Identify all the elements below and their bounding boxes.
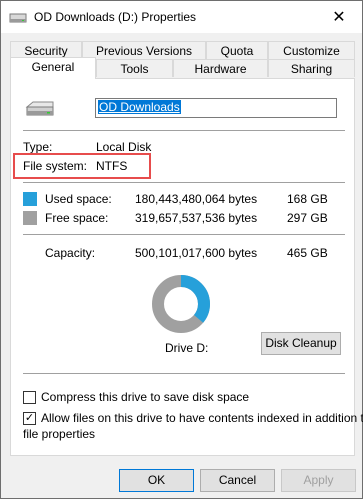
tab-sharing[interactable]: Sharing: [268, 59, 355, 77]
divider: [23, 234, 345, 235]
drive-caption: Drive D:: [165, 341, 209, 355]
file-system-value: NTFS: [96, 159, 128, 173]
checkmark-icon: ✓: [24, 412, 35, 424]
divider: [23, 373, 345, 374]
disk-usage-donut: [152, 275, 210, 333]
free-space-label: Free space:: [45, 211, 109, 225]
free-space-bytes: 319,657,537,536 bytes: [135, 211, 258, 225]
capacity-bytes: 500,101,017,600 bytes: [135, 246, 258, 260]
disk-cleanup-button[interactable]: Disk Cleanup: [261, 332, 341, 355]
window-title: OD Downloads (D:) Properties: [34, 10, 197, 24]
index-label-line2: file properties: [23, 427, 96, 441]
cancel-button[interactable]: Cancel: [200, 469, 275, 492]
close-icon: ✕: [332, 9, 346, 26]
close-button[interactable]: ✕: [316, 1, 362, 33]
compress-label: Compress this drive to save disk space: [41, 390, 250, 404]
used-space-gb: 168 GB: [287, 192, 328, 206]
drive-icon: [25, 101, 54, 116]
general-panel: OD Downloads Type: Local Disk File syste…: [10, 78, 363, 456]
used-space-label: Used space:: [45, 192, 112, 206]
compress-checkbox[interactable]: [23, 391, 36, 404]
capacity-gb: 465 GB: [287, 246, 328, 260]
file-system-label: File system:: [23, 159, 88, 173]
drive-icon: [9, 13, 27, 23]
tab-previous-versions[interactable]: Previous Versions: [82, 41, 206, 59]
free-space-swatch: [23, 211, 37, 225]
tab-customize[interactable]: Customize: [268, 41, 355, 59]
tab-quota[interactable]: Quota: [206, 41, 268, 59]
apply-button[interactable]: Apply: [281, 469, 356, 492]
drive-name-input[interactable]: OD Downloads: [95, 98, 337, 118]
capacity-label: Capacity:: [45, 246, 96, 260]
used-space-swatch: [23, 192, 37, 206]
ok-button[interactable]: OK: [119, 469, 194, 492]
type-label: Type:: [23, 140, 53, 154]
divider: [23, 182, 345, 183]
tab-hardware[interactable]: Hardware: [173, 59, 268, 77]
tab-strip: Security Previous Versions Quota Customi…: [1, 39, 362, 79]
index-checkbox[interactable]: ✓: [23, 412, 36, 425]
free-space-gb: 297 GB: [287, 211, 328, 225]
drive-name-text: OD Downloads: [98, 100, 181, 114]
index-label-line1: Allow files on this drive to have conten…: [41, 411, 363, 425]
properties-window: OD Downloads (D:) Properties ✕ Security …: [0, 0, 363, 499]
title-bar: OD Downloads (D:) Properties ✕: [1, 1, 362, 33]
type-value: Local Disk: [96, 140, 152, 154]
used-space-bytes: 180,443,480,064 bytes: [135, 192, 258, 206]
tab-tools[interactable]: Tools: [96, 59, 173, 77]
tab-general[interactable]: General: [10, 57, 96, 79]
divider: [23, 130, 345, 131]
